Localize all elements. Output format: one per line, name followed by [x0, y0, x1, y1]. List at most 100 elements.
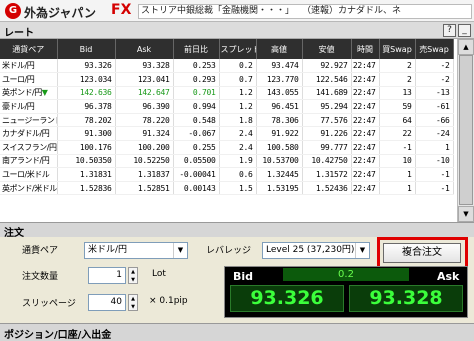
- cell-spread: 1.8: [219, 113, 257, 128]
- cell-spread: 1.9: [219, 154, 257, 169]
- quantity-input[interactable]: 1: [88, 267, 126, 284]
- slippage-input[interactable]: 40: [88, 294, 126, 311]
- column-header-change[interactable]: 前日比: [173, 39, 220, 59]
- cell-buy-swap: 2: [379, 72, 416, 87]
- cell-low: 122.546: [302, 72, 352, 87]
- cell-time: 22:47: [351, 59, 380, 74]
- cell-high: 78.306: [256, 113, 303, 128]
- cell-pair: 南アランド/円: [0, 154, 58, 169]
- cell-low: 99.777: [302, 140, 352, 155]
- cell-bid: 91.300: [57, 126, 116, 142]
- chevron-down-icon[interactable]: ▼: [355, 243, 369, 258]
- pair-name: ユーロ/米ドル: [2, 170, 50, 180]
- cell-spread: 0.2: [219, 59, 257, 74]
- combo-order-button[interactable]: 複合注文: [383, 243, 461, 263]
- news-item[interactable]: ストリア中銀総裁「金融機関・・・」: [141, 6, 294, 16]
- news-item[interactable]: （速報）カナダドル、ネ: [302, 6, 401, 16]
- cell-chg: 0.255: [173, 140, 220, 155]
- cell-bid: 123.034: [57, 72, 116, 87]
- cell-low: 1.31572: [302, 167, 352, 182]
- position-panel-header[interactable]: ポジション/口座/入出金: [0, 323, 474, 341]
- news-ticker[interactable]: ストリア中銀総裁「金融機関・・・」 （速報）カナダドル、ネ: [138, 4, 472, 19]
- cell-high: 96.451: [256, 99, 303, 114]
- quantity-stepper[interactable]: ▲ ▼: [128, 267, 138, 284]
- leverage-select[interactable]: Level 25 (37,230円) ▼: [262, 242, 370, 259]
- cell-buy-swap: 2: [379, 59, 416, 74]
- cell-buy-swap: -1: [379, 140, 416, 155]
- order-panel-header: 注文: [0, 222, 474, 239]
- cell-pair: 英ポンド/米ドル: [0, 181, 58, 196]
- position-panel-title: ポジション/口座/入出金: [4, 330, 112, 341]
- vertical-scrollbar[interactable]: ▲ ▼: [457, 39, 474, 222]
- column-header-low[interactable]: 安値: [302, 39, 352, 59]
- title-bar: G 外為ジャパン FX ストリア中銀総裁「金融機関・・・」 （速報）カナダドル、ネ: [0, 0, 474, 22]
- cell-sell-swap: -61: [415, 99, 454, 114]
- cell-time: 22:47: [351, 99, 380, 114]
- slippage-label: スリッページ: [22, 299, 76, 309]
- table-row[interactable]: スイスフラン/円 100.176 100.200 0.255 2.4 100.580 99.…: [0, 140, 454, 155]
- rate-panel-header: レート ? _: [0, 22, 474, 39]
- cell-chg: 0.00143: [173, 181, 220, 196]
- quote-panel: Bid 0.2 Ask 93.326 93.328: [224, 266, 468, 318]
- column-header-spread[interactable]: スプレッド: [219, 39, 257, 59]
- table-row[interactable]: 英ポンド/円▼ 142.636 142.647 0.701 1.2 143.055 141.…: [0, 86, 454, 101]
- cell-bid: 1.31831: [57, 167, 116, 182]
- column-header-high[interactable]: 高値: [256, 39, 303, 59]
- table-row[interactable]: ユーロ/円 123.034 123.041 0.293 0.7 123.770 122.54…: [0, 72, 454, 87]
- scroll-down-arrow-icon[interactable]: ▼: [458, 206, 474, 222]
- table-row[interactable]: ニュージーランドドル78.20278.2200.5481.878.30677.5…: [0, 113, 454, 128]
- cell-low: 95.294: [302, 99, 352, 114]
- cell-low: 92.927: [302, 59, 352, 74]
- cell-bid: 1.52836: [57, 181, 116, 196]
- column-header-ask[interactable]: Ask: [115, 39, 174, 59]
- cell-bid: 142.636: [57, 86, 116, 101]
- cell-ask: 91.324: [115, 126, 174, 142]
- cell-sell-swap: -13: [415, 86, 454, 101]
- cell-sell-swap: 1: [415, 140, 454, 155]
- cell-spread: 1.2: [219, 99, 257, 114]
- minimize-button[interactable]: _: [458, 24, 471, 37]
- cell-buy-swap: 1: [379, 181, 416, 196]
- pair-name: 豪ドル/円: [2, 102, 35, 112]
- cell-ask: 123.041: [115, 72, 174, 87]
- table-row[interactable]: 豪ドル/円 96.378 96.390 0.994 1.2 96.451 95.294 22:…: [0, 99, 454, 114]
- slippage-stepper[interactable]: ▲ ▼: [128, 294, 138, 311]
- help-button[interactable]: ?: [443, 24, 456, 37]
- ask-price-button[interactable]: 93.328: [349, 285, 463, 312]
- table-row[interactable]: 米ドル/円 93.326 93.328 0.253 0.2 93.474 92.927 22:…: [0, 59, 454, 74]
- column-header-sell-swap[interactable]: 売Swap: [415, 39, 454, 59]
- cell-chg: 0.05500: [173, 154, 220, 169]
- column-header-pair[interactable]: 通貨ペア: [0, 39, 58, 59]
- cell-spread: 0.7: [219, 72, 257, 87]
- bid-price-button[interactable]: 93.326: [230, 285, 344, 312]
- column-header-bid[interactable]: Bid: [57, 39, 116, 59]
- chevron-down-icon[interactable]: ▼: [173, 243, 187, 258]
- slippage-unit: × 0.1pip: [149, 296, 188, 306]
- rate-table: 通貨ペア Bid Ask 前日比 スプレッド 高値 安値 時間 買Swap 売S…: [0, 39, 474, 222]
- leverage-select-value: Level 25 (37,230円): [266, 245, 355, 255]
- pair-select[interactable]: 米ドル/円 ▼: [84, 242, 188, 259]
- cell-high: 100.580: [256, 140, 303, 155]
- cell-sell-swap: -24: [415, 126, 454, 142]
- cell-buy-swap: 10: [379, 154, 416, 169]
- down-arrow-icon: ▼: [41, 88, 48, 98]
- cell-pair: カナダドル/円: [0, 126, 58, 142]
- cell-high: 10.53700: [256, 154, 303, 169]
- cell-ask: 10.52250: [115, 154, 174, 169]
- cell-spread: 1.5: [219, 181, 257, 196]
- table-row[interactable]: ユーロ/米ドル 1.31831 1.31837 -0.00041 0.6 1.32445 1…: [0, 167, 454, 182]
- bid-label: Bid: [233, 270, 254, 283]
- cell-ask: 96.390: [115, 99, 174, 114]
- table-row[interactable]: カナダドル/円 91.300 91.324 -0.067 2.4 91.922 91.226…: [0, 126, 454, 142]
- scroll-thumb[interactable]: [459, 55, 473, 205]
- cell-pair: 豪ドル/円: [0, 99, 58, 114]
- cell-high: 1.32445: [256, 167, 303, 182]
- scroll-up-arrow-icon[interactable]: ▲: [458, 39, 474, 55]
- cell-pair: スイスフラン/円: [0, 140, 58, 155]
- table-row[interactable]: 英ポンド/米ドル 1.52836 1.52851 0.00143 1.5 1.53195 1…: [0, 181, 454, 196]
- table-row[interactable]: 南アランド/円 10.50350 10.52250 0.05500 1.9 10.5370…: [0, 154, 454, 169]
- column-header-buy-swap[interactable]: 買Swap: [379, 39, 416, 59]
- cell-sell-swap: -1: [415, 167, 454, 182]
- cell-spread: 2.4: [219, 126, 257, 142]
- column-header-time[interactable]: 時間: [351, 39, 380, 59]
